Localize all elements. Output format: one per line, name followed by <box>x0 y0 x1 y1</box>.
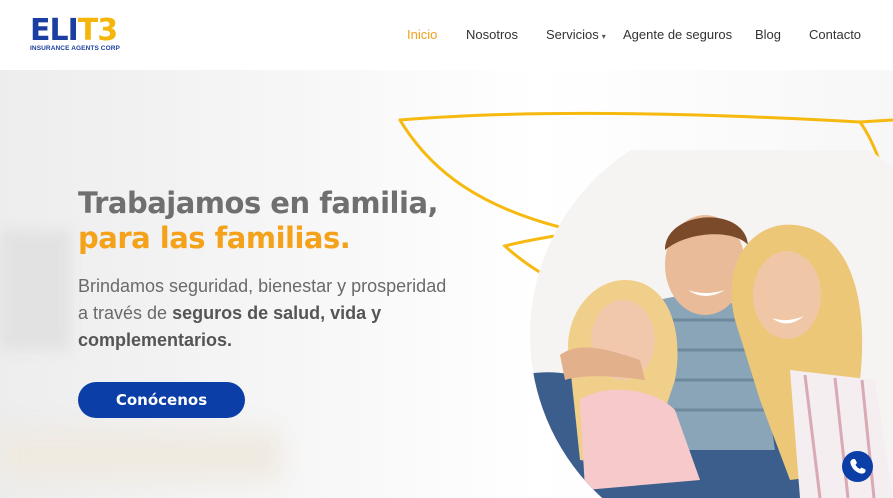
headline-line-2: para las familias. <box>78 221 351 255</box>
site-header: ELIT3 INSURANCE AGENTS CORP Inicio Nosot… <box>0 0 893 70</box>
nav-blog[interactable]: Blog <box>755 27 781 42</box>
family-photo <box>530 150 893 498</box>
nav-agente[interactable]: Agente de seguros <box>623 27 732 42</box>
headline-line-1: Trabajamos en familia, <box>78 186 439 220</box>
conocenos-button[interactable]: Conócenos <box>78 382 245 418</box>
whatsapp-button[interactable] <box>842 451 873 482</box>
main-nav: Inicio Nosotros Servicios ▾ Agente de seg… <box>0 27 893 45</box>
caret-down-icon: ▾ <box>601 32 606 41</box>
nav-nosotros[interactable]: Nosotros <box>466 27 518 42</box>
hero-subtext: Brindamos seguridad, bienestar y prosper… <box>78 273 458 354</box>
hero-section: Trabajamos en familia, para las familias… <box>0 70 893 498</box>
nav-inicio[interactable]: Inicio <box>407 27 437 42</box>
nav-servicios[interactable]: Servicios ▾ <box>546 27 606 42</box>
logo-subtitle: INSURANCE AGENTS CORP <box>30 45 120 52</box>
whatsapp-phone-icon <box>850 459 866 474</box>
nav-contacto[interactable]: Contacto <box>809 27 861 42</box>
nav-servicios-label: Servicios <box>546 27 599 42</box>
hero-headline: Trabajamos en familia, para las familias… <box>78 186 439 256</box>
